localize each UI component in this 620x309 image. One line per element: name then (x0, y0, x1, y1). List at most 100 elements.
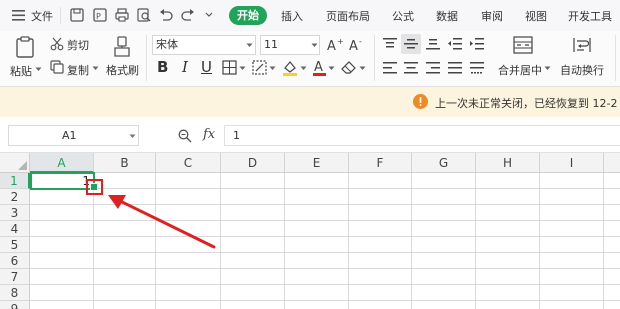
chevron-down-icon[interactable] (269, 66, 276, 71)
row-header-8[interactable]: 8 (0, 285, 30, 301)
svg-text:A: A (314, 60, 323, 75)
select-all-corner[interactable] (0, 153, 30, 173)
column-header-d[interactable]: D (221, 153, 285, 173)
chevron-down-icon[interactable] (300, 66, 307, 71)
align-top-icon[interactable] (383, 38, 397, 50)
row-header-9[interactable]: 9 (0, 301, 30, 309)
column-header-e[interactable]: E (285, 153, 349, 173)
gridline (411, 173, 412, 309)
chevron-down-icon[interactable] (311, 43, 318, 48)
font-name-value: 宋体 (156, 38, 178, 51)
chevron-down-icon[interactable] (129, 134, 136, 139)
scissors-icon[interactable] (50, 37, 64, 51)
tab-page-layout[interactable]: 页面布局 (326, 8, 370, 24)
format-painter-icon[interactable] (113, 36, 131, 58)
cut-button[interactable]: 剪切 (67, 37, 89, 53)
align-bottom-icon[interactable] (426, 38, 440, 50)
column-header-i[interactable]: I (540, 153, 604, 173)
undo-icon[interactable] (159, 8, 173, 22)
formula-value: 1 (233, 129, 240, 142)
redo-icon[interactable] (181, 8, 195, 22)
tab-view[interactable]: 视图 (525, 8, 547, 24)
column-header-h[interactable]: H (476, 153, 540, 173)
decrease-indent-icon[interactable] (448, 38, 462, 50)
column-header-c[interactable]: C (156, 153, 221, 173)
tab-formulas[interactable]: 公式 (392, 8, 414, 24)
format-painter-button[interactable]: 格式刷 (106, 62, 139, 78)
copy-button[interactable]: 复制 (67, 62, 89, 78)
spreadsheet-grid: A B C D E F G H I 1 2 3 4 5 6 7 8 9 1 (0, 153, 620, 309)
chevron-down-icon[interactable] (544, 66, 551, 71)
formula-input[interactable]: 1 (224, 125, 620, 146)
chevron-down-icon[interactable] (239, 66, 246, 71)
font-size-value: 11 (264, 38, 278, 51)
merge-center-button[interactable]: 合并居中 (498, 62, 542, 78)
align-center-icon[interactable] (404, 62, 418, 74)
row-header-1[interactable]: 1 (0, 173, 30, 189)
wrap-text-button[interactable]: 自动换行 (560, 62, 604, 78)
copy-icon[interactable] (50, 60, 64, 74)
row-header-3[interactable]: 3 (0, 205, 30, 221)
align-left-icon[interactable] (383, 62, 397, 74)
gridline (30, 268, 620, 269)
file-menu[interactable]: 文件 (31, 8, 53, 24)
gridline (475, 173, 476, 309)
column-header-partial[interactable] (604, 153, 620, 173)
column-header-f[interactable]: F (349, 153, 412, 173)
tab-insert[interactable]: 插入 (281, 8, 303, 24)
font-name-select[interactable]: 宋体 (152, 35, 256, 55)
svg-text:A: A (349, 39, 358, 51)
tab-review[interactable]: 审阅 (481, 8, 503, 24)
gridline (30, 300, 620, 301)
row-header-7[interactable]: 7 (0, 269, 30, 285)
paste-icon[interactable] (15, 36, 35, 58)
increase-font-icon[interactable]: A + (327, 37, 343, 51)
bold-button[interactable]: B (157, 58, 168, 76)
name-box[interactable]: A1 (8, 125, 139, 146)
row-header-2[interactable]: 2 (0, 189, 30, 205)
distributed-align-icon[interactable] (470, 62, 484, 74)
gridline (539, 173, 540, 309)
borders-icon[interactable] (222, 60, 237, 75)
cell-style-icon[interactable] (252, 60, 267, 75)
menu-icon[interactable] (12, 10, 25, 21)
fill-handle[interactable] (90, 183, 98, 191)
chevron-down-icon[interactable] (359, 66, 366, 71)
gridline (284, 173, 285, 309)
italic-button[interactable]: I (182, 58, 188, 76)
chevron-down-icon[interactable] (35, 67, 42, 72)
export-pdf-icon[interactable]: P (93, 8, 107, 22)
chevron-down-icon[interactable] (246, 43, 253, 48)
save-icon[interactable] (70, 8, 84, 22)
align-middle-icon[interactable] (404, 38, 418, 50)
row-header-4[interactable]: 4 (0, 221, 30, 237)
eraser-icon[interactable] (341, 60, 357, 74)
print-icon[interactable] (115, 8, 129, 22)
row-header-6[interactable]: 6 (0, 253, 30, 269)
menu-bar: 文件 P 开始 插入 页面布局 公式 数据 审阅 视图 开发工具 (0, 0, 620, 31)
merge-cells-icon[interactable] (513, 36, 533, 54)
corner-triangle-icon (18, 161, 27, 170)
tab-developer[interactable]: 开发工具 (568, 8, 612, 24)
increase-indent-icon[interactable] (470, 38, 484, 50)
align-right-icon[interactable] (426, 62, 440, 74)
fill-color-icon[interactable] (282, 59, 298, 76)
chevron-down-icon[interactable] (204, 8, 214, 22)
column-header-b[interactable]: B (94, 153, 156, 173)
tab-home[interactable]: 开始 (229, 6, 267, 25)
wrap-text-icon[interactable] (572, 36, 592, 54)
font-color-icon[interactable]: A (312, 58, 327, 76)
decrease-font-icon[interactable]: A- (349, 37, 365, 51)
paste-button[interactable]: 粘贴 (10, 63, 32, 79)
underline-button[interactable]: U (201, 58, 212, 76)
print-preview-icon[interactable] (137, 8, 151, 22)
column-header-a[interactable]: A (30, 153, 94, 173)
row-header-5[interactable]: 5 (0, 237, 30, 253)
justify-icon[interactable] (448, 62, 462, 74)
tab-data[interactable]: 数据 (436, 8, 458, 24)
column-header-g[interactable]: G (412, 153, 476, 173)
chevron-down-icon[interactable] (328, 66, 335, 71)
fx-icon[interactable]: fx (203, 127, 215, 142)
zoom-search-icon[interactable] (178, 129, 192, 143)
chevron-down-icon[interactable] (92, 66, 99, 71)
